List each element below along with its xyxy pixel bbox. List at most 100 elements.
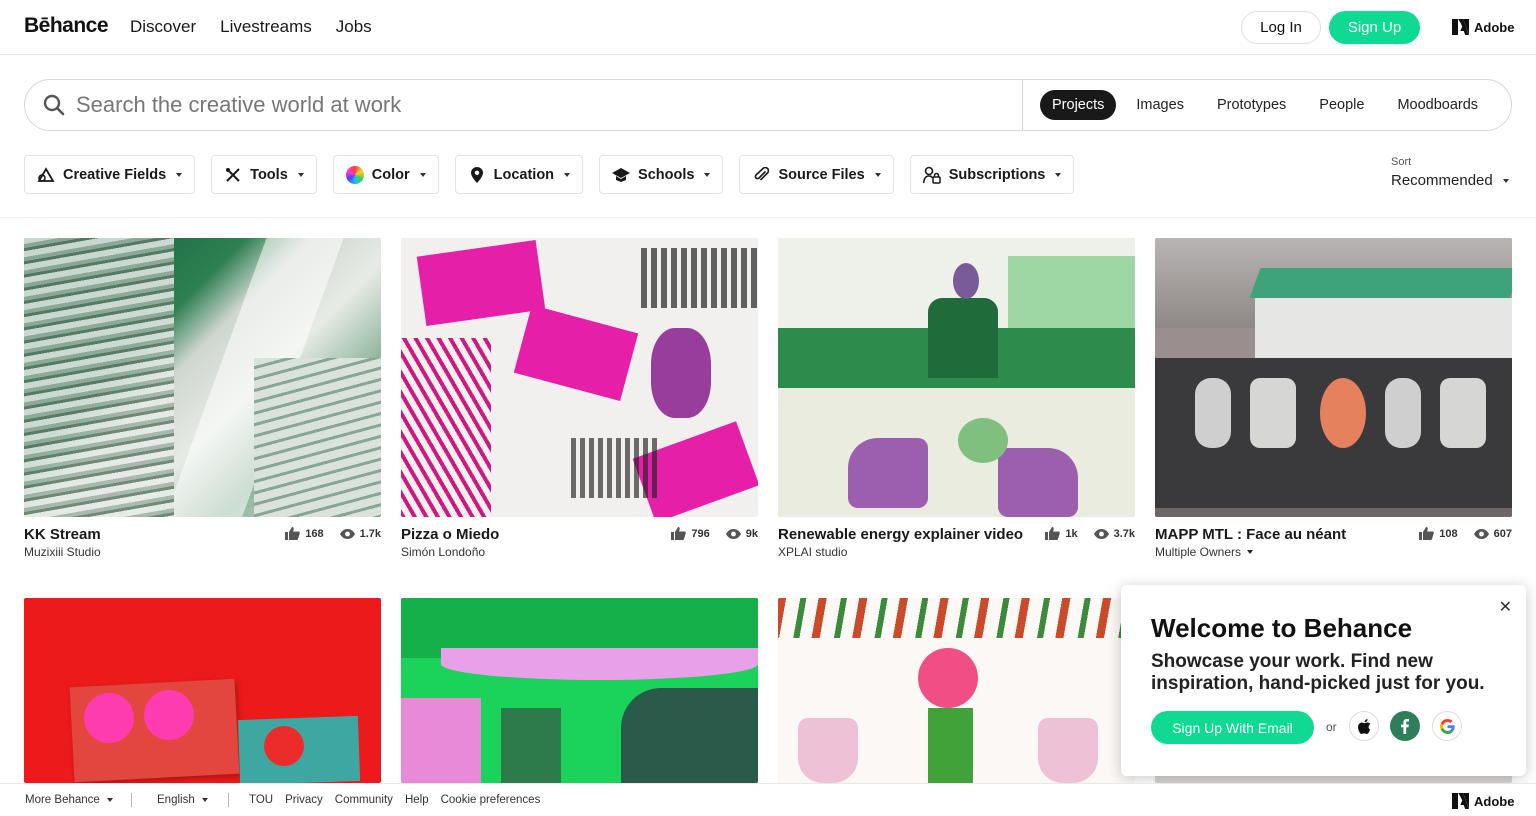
project-owner[interactable]: XPLAI studio [778, 545, 847, 559]
footer-link-cookie-preferences[interactable]: Cookie preferences [441, 794, 541, 806]
tab-people[interactable]: People [1303, 90, 1380, 120]
filter-subscriptions[interactable]: Subscriptions [909, 155, 1075, 194]
filter-creative-fields[interactable]: Creative Fields [24, 155, 196, 194]
chevron-down-icon [564, 172, 571, 177]
chevron-down-icon [1502, 178, 1509, 183]
footer-links: TOU Privacy Community Help Cookie prefer… [249, 794, 540, 806]
project-owner[interactable]: Muzixiii Studio [24, 545, 101, 559]
filter-location[interactable]: Location [454, 155, 584, 194]
project-thumbnail[interactable] [778, 598, 1135, 783]
sort-dropdown[interactable]: Sort Recommended [1391, 156, 1509, 189]
graduation-cap-icon [612, 166, 631, 184]
owner-name: XPLAI studio [778, 545, 848, 559]
search-type-tabs: Projects Images Prototypes People Moodbo… [1040, 90, 1495, 120]
search-icon [43, 94, 65, 116]
eye-icon [339, 528, 355, 539]
tools-icon [224, 166, 242, 184]
close-icon[interactable]: ✕ [1499, 597, 1512, 617]
filter-color[interactable]: Color [332, 155, 439, 194]
language-dropdown[interactable]: English [157, 794, 208, 806]
search-input[interactable] [76, 88, 1016, 122]
more-behance-dropdown[interactable]: More Behance [25, 794, 113, 806]
language-label: English [157, 794, 195, 806]
welcome-popup: ✕ Welcome to Behance Showcase your work.… [1121, 585, 1526, 776]
apple-signin-button[interactable] [1349, 711, 1379, 741]
project-thumbnail[interactable] [24, 598, 381, 783]
project-thumbnail[interactable] [401, 238, 758, 517]
nav-jobs[interactable]: Jobs [336, 17, 372, 37]
owner-name: Multiple Owners [1155, 545, 1242, 559]
owner-name: Muzixiii Studio [24, 545, 101, 559]
footer-link-privacy[interactable]: Privacy [285, 794, 323, 806]
footer-link-community[interactable]: Community [335, 794, 393, 806]
tab-prototypes[interactable]: Prototypes [1201, 90, 1302, 120]
sort-label: Sort [1391, 156, 1412, 168]
project-card[interactable]: Pizza o Miedo Simón Londoño 796 9k [401, 238, 758, 566]
footer-adobe-link[interactable]: Adobe [1452, 793, 1514, 809]
project-stats: 1k 3.7k [1035, 527, 1135, 540]
creative-fields-icon [37, 166, 55, 184]
chevron-down-icon [1247, 550, 1254, 554]
thumbs-up-icon [1045, 527, 1061, 540]
location-pin-icon [468, 166, 486, 184]
like-count: 168 [305, 527, 324, 540]
footer-link-help[interactable]: Help [405, 794, 429, 806]
signup-button[interactable]: Sign Up [1329, 11, 1420, 44]
behance-logo[interactable]: Bēhance [24, 14, 109, 38]
project-stats: 796 9k [661, 527, 758, 540]
project-card[interactable]: KK Stream Muzixiii Studio 168 1.7k [24, 238, 381, 566]
color-wheel-icon [345, 165, 364, 184]
chevron-down-icon [297, 172, 304, 177]
project-thumbnail[interactable] [778, 238, 1135, 517]
view-count: 1.7k [359, 527, 381, 540]
google-signin-button[interactable] [1432, 711, 1462, 741]
adobe-link[interactable]: Adobe [1452, 19, 1514, 35]
filter-label: Schools [638, 166, 695, 183]
footer-link-tou[interactable]: TOU [249, 794, 273, 806]
search-divider [1022, 80, 1023, 130]
project-thumbnail[interactable] [24, 238, 381, 517]
like-count: 796 [691, 527, 710, 540]
project-owner[interactable]: Multiple Owners [1155, 545, 1254, 559]
project-owner[interactable]: Simón Londoño [401, 545, 485, 559]
filter-label: Creative Fields [63, 166, 167, 183]
project-title[interactable]: Renewable energy explainer video [778, 526, 1023, 543]
like-count: 108 [1439, 527, 1458, 540]
adobe-label: Adobe [1474, 19, 1515, 35]
project-stats: 108 607 [1409, 527, 1512, 540]
nav-livestreams[interactable]: Livestreams [220, 17, 312, 37]
filter-tools[interactable]: Tools [211, 155, 317, 194]
tab-images[interactable]: Images [1120, 90, 1200, 120]
project-title[interactable]: MAPP MTL : Face au néant [1155, 526, 1346, 543]
adobe-icon [1452, 19, 1469, 35]
eye-icon [1093, 528, 1109, 539]
project-thumbnail[interactable] [1155, 238, 1512, 517]
project-card[interactable] [778, 598, 1135, 783]
sort-selected: Recommended [1391, 172, 1493, 189]
project-card[interactable] [401, 598, 758, 783]
project-title[interactable]: KK Stream [24, 526, 101, 543]
project-card[interactable]: Renewable energy explainer video XPLAI s… [778, 238, 1135, 566]
tab-projects[interactable]: Projects [1040, 90, 1117, 120]
project-card[interactable]: MAPP MTL : Face au néant Multiple Owners… [1155, 238, 1512, 566]
project-thumbnail[interactable] [401, 598, 758, 783]
owner-name: Simón Londoño [401, 545, 486, 559]
filter-source-files[interactable]: Source Files [739, 155, 894, 194]
facebook-icon [1401, 718, 1409, 734]
project-card[interactable] [24, 598, 381, 783]
adobe-icon [1452, 793, 1469, 809]
thumbs-up-icon [1419, 527, 1435, 540]
facebook-signin-button[interactable] [1390, 711, 1420, 741]
chevron-down-icon [1055, 172, 1062, 177]
nav-discover[interactable]: Discover [130, 17, 196, 37]
paperclip-icon [752, 166, 770, 184]
signup-email-button[interactable]: Sign Up With Email [1151, 711, 1314, 744]
login-button[interactable]: Log In [1241, 11, 1321, 44]
or-label: or [1326, 720, 1337, 734]
sort-value: Recommended [1391, 172, 1509, 189]
adobe-label: Adobe [1474, 793, 1515, 809]
project-stats: 168 1.7k [275, 527, 381, 540]
project-title[interactable]: Pizza o Miedo [401, 526, 499, 543]
filter-schools[interactable]: Schools [599, 155, 724, 194]
tab-moodboards[interactable]: Moodboards [1381, 90, 1494, 120]
